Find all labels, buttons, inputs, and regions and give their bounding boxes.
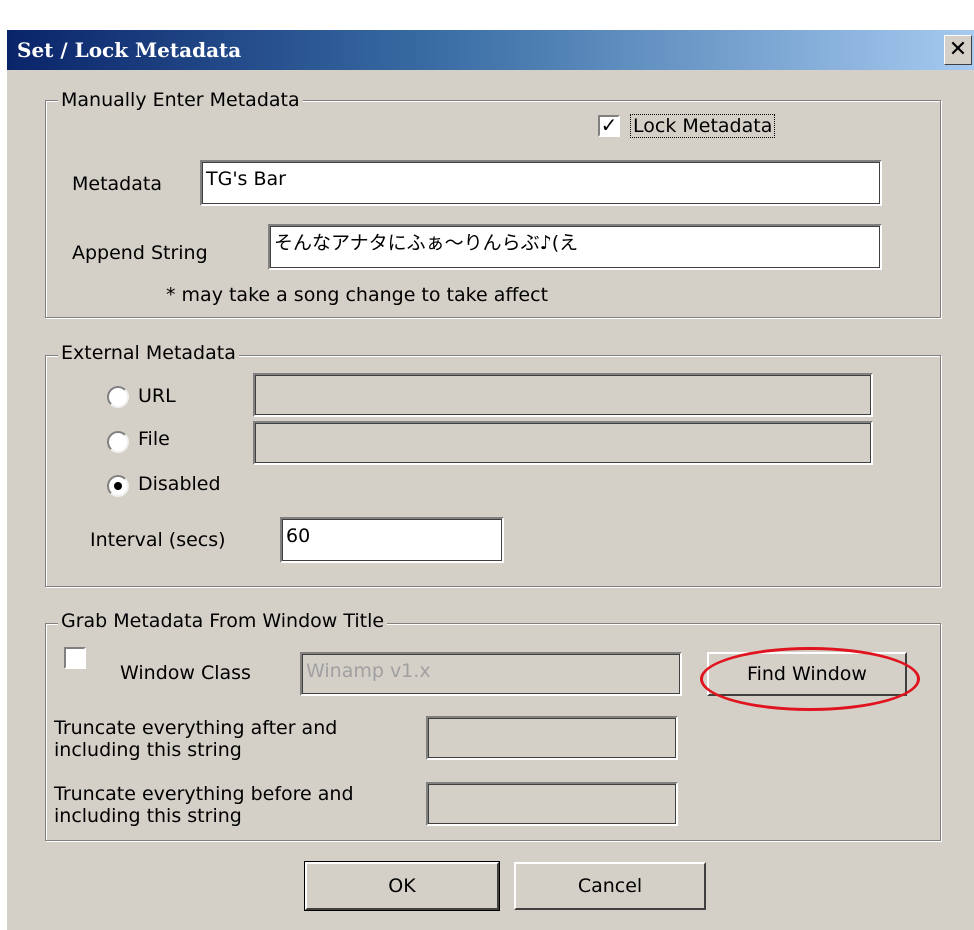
append-string-label: Append String	[72, 242, 208, 264]
window-title: Set / Lock Metadata	[17, 38, 242, 62]
interval-label: Interval (secs)	[90, 529, 226, 551]
truncate-after-label-line-2: including this string	[54, 739, 242, 761]
check-mark-icon: ✓	[600, 113, 618, 137]
song-change-note: * may take a song change to take affect	[166, 284, 549, 306]
ok-button[interactable]: OK	[304, 861, 500, 911]
cancel-button[interactable]: Cancel	[514, 862, 706, 910]
file-radio[interactable]	[107, 431, 129, 453]
truncate-after-label-line-1: Truncate everything after and	[54, 717, 338, 739]
external-metadata-legend: External Metadata	[58, 342, 239, 364]
cancel-label: Cancel	[577, 875, 643, 897]
close-button[interactable]: ✕	[944, 35, 972, 65]
metadata-label: Metadata	[72, 173, 162, 195]
grab-window-title-legend: Grab Metadata From Window Title	[58, 610, 388, 632]
truncate-before-label-line-1: Truncate everything before and	[54, 783, 354, 805]
file-input[interactable]	[253, 421, 873, 465]
title-bar[interactable]: Set / Lock Metadata	[7, 30, 974, 70]
grab-enable-checkbox[interactable]	[64, 647, 86, 669]
metadata-input[interactable]: TG's Bar	[200, 160, 882, 206]
manual-metadata-legend: Manually Enter Metadata	[58, 89, 303, 111]
url-input[interactable]	[253, 373, 873, 417]
url-radio-label[interactable]: URL	[138, 385, 176, 407]
file-radio-label[interactable]: File	[138, 428, 170, 450]
window-class-input[interactable]: Winamp v1.x	[300, 652, 682, 696]
disabled-radio-label[interactable]: Disabled	[138, 473, 221, 495]
find-window-button[interactable]: Find Window	[707, 652, 907, 696]
interval-input[interactable]: 60	[280, 517, 504, 563]
truncate-after-label: Truncate everything after and including …	[54, 717, 337, 761]
disabled-radio[interactable]	[107, 475, 129, 497]
find-window-label: Find Window	[747, 663, 867, 685]
close-icon: ✕	[948, 37, 968, 62]
lock-metadata-label[interactable]: Lock Metadata	[630, 114, 776, 138]
truncate-after-input[interactable]	[426, 716, 678, 760]
append-string-input[interactable]: そんなアナタにふぁ〜りんらぶ♪(え	[268, 224, 882, 270]
lock-metadata-checkbox[interactable]: ✓	[598, 115, 620, 137]
truncate-before-label: Truncate everything before and including…	[54, 783, 354, 827]
truncate-before-input[interactable]	[426, 782, 678, 826]
ok-label: OK	[388, 875, 416, 897]
url-radio[interactable]	[107, 386, 129, 408]
truncate-before-label-line-2: including this string	[54, 805, 242, 827]
window-class-label: Window Class	[120, 662, 251, 684]
